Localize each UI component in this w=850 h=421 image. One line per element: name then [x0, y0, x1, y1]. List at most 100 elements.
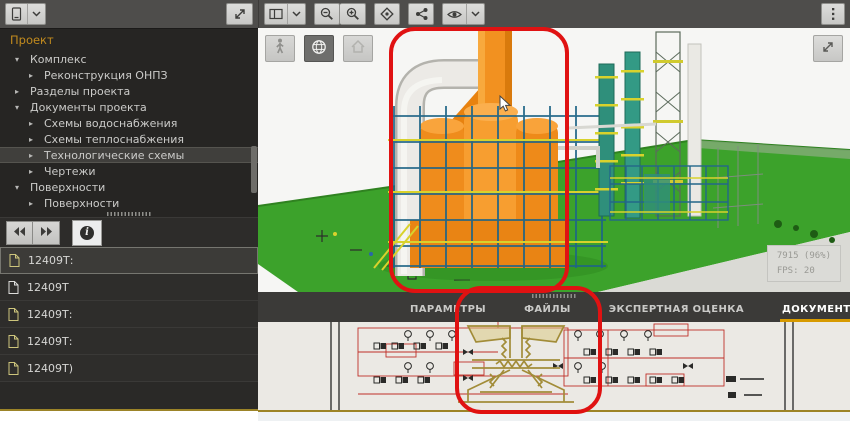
- focus-selection-button[interactable]: [374, 3, 400, 25]
- tab[interactable]: ЭКСПЕРТНАЯ ОЦЕНКА: [607, 304, 746, 322]
- tree-item[interactable]: ▸ Поверхности: [0, 195, 258, 210]
- triangle-count: 7915 (96%): [777, 249, 831, 263]
- page-background: [258, 412, 850, 421]
- tree-item-label: Технологические схемы: [36, 149, 184, 162]
- tree-arrow-icon: ▸: [26, 167, 36, 176]
- sidebar: Проект ▾ Комплекс ▸ Реконструкция ОНПЗ ▸…: [0, 0, 258, 421]
- more-options-button[interactable]: [821, 3, 845, 25]
- tree-item[interactable]: ▾ Поверхности: [0, 179, 258, 195]
- double-chevron-left-icon: [13, 225, 27, 240]
- tree-arrow-icon: ▸: [26, 119, 36, 128]
- home-icon: [350, 39, 366, 58]
- sidebar-expand-button[interactable]: [226, 3, 253, 25]
- schematic-viewer[interactable]: [258, 322, 850, 410]
- scrollbar-thumb[interactable]: [251, 146, 257, 193]
- render-stats-box: 7915 (96%) FPS: 20: [767, 245, 841, 282]
- file-icon: [8, 335, 19, 348]
- viewport-expand-button[interactable]: [813, 35, 843, 62]
- layout-mode-button[interactable]: [264, 3, 306, 25]
- document-list: 12409Т: 12409Т 12409Т: 12409Т:: [0, 247, 258, 382]
- tree-item-label: Разделы проекта: [22, 85, 130, 98]
- tree-item-label: Реконструкция ОНПЗ: [36, 69, 168, 82]
- info-icon: i: [80, 226, 94, 240]
- tree-arrow-icon: ▸: [26, 199, 36, 208]
- project-tree-panel: Проект ▾ Комплекс ▸ Реконструкция ОНПЗ ▸…: [0, 28, 258, 210]
- prev-document-button[interactable]: [6, 221, 33, 245]
- document-list-item[interactable]: 12409Т: [0, 274, 258, 301]
- zoom-out-button[interactable]: [314, 3, 340, 25]
- document-list-item[interactable]: 12409Т:: [0, 247, 258, 274]
- tree-item[interactable]: ▸ Схемы водоснабжения: [0, 115, 258, 131]
- sidebar-splitter[interactable]: [0, 210, 258, 217]
- tree-item[interactable]: ▸ Схемы теплоснабжения: [0, 131, 258, 147]
- info-button[interactable]: i: [72, 220, 102, 246]
- 3d-viewport[interactable]: 7915 (96%) FPS: 20: [258, 28, 850, 292]
- document-label: 12409Т): [27, 362, 73, 375]
- expand-diagonal-icon: [821, 39, 835, 58]
- sheet-selector-button[interactable]: [5, 3, 46, 25]
- document-nav-toolbar: i: [0, 217, 258, 247]
- viewport-mode-buttons: [265, 35, 373, 62]
- 3d-scene: [258, 28, 850, 292]
- share-button[interactable]: [408, 3, 434, 25]
- document-list-item[interactable]: 12409Т): [0, 355, 258, 382]
- document-list-item[interactable]: 12409Т:: [0, 328, 258, 355]
- crosshair-icon: [380, 7, 394, 21]
- visibility-menu-button[interactable]: [442, 3, 485, 25]
- fps-counter: FPS: 20: [777, 264, 831, 278]
- tree-item[interactable]: ▸ Технологические схемы: [0, 147, 258, 163]
- main-content: 7915 (96%) FPS: 20 ПАРАМЕТРЫ ФАЙЛЫ ЭКСПЕ…: [258, 0, 850, 421]
- project-tree: ▾ Комплекс ▸ Реконструкция ОНПЗ ▸ Раздел…: [0, 51, 258, 210]
- tree-item-label: Комплекс: [22, 53, 87, 66]
- tree-item[interactable]: ▸ Разделы проекта: [0, 83, 258, 99]
- file-icon: [8, 362, 19, 375]
- tree-arrow-icon: ▾: [12, 183, 22, 192]
- document-sheet-icon: [6, 4, 27, 24]
- double-chevron-right-icon: [39, 225, 53, 240]
- tree-arrow-icon: ▸: [26, 151, 36, 160]
- share-icon: [415, 7, 428, 21]
- tree-item[interactable]: ▸ Чертежи: [0, 163, 258, 179]
- tree-arrow-icon: ▸: [12, 87, 22, 96]
- document-list-item[interactable]: 12409Т:: [0, 301, 258, 328]
- panel-splitter[interactable]: [532, 294, 576, 298]
- eye-icon: [443, 4, 466, 24]
- app-window: Проект ▾ Комплекс ▸ Реконструкция ОНПЗ ▸…: [0, 0, 850, 421]
- viewer-toolbar: [258, 0, 850, 28]
- tree-arrow-icon: ▸: [26, 71, 36, 80]
- zoom-in-button[interactable]: [340, 3, 366, 25]
- tab-label: ДОКУМЕНТ: [782, 304, 850, 315]
- kebab-menu-icon: [831, 7, 835, 21]
- sidebar-toolbar: [0, 0, 258, 28]
- tree-item[interactable]: ▾ Документы проекта: [0, 99, 258, 115]
- tree-scrollbar[interactable]: [251, 49, 257, 206]
- tab[interactable]: ФАЙЛЫ: [522, 304, 573, 322]
- splitter-grip-icon: [107, 212, 151, 216]
- tree-item-label: Схемы теплоснабжения: [36, 133, 184, 146]
- tree-item-label: Поверхности: [36, 197, 119, 210]
- document-label: 12409Т:: [27, 308, 72, 321]
- split-view-icon: [265, 4, 287, 24]
- tab[interactable]: ПАРАМЕТРЫ: [408, 304, 488, 322]
- tab[interactable]: ДОКУМЕНТ: [780, 304, 850, 322]
- tree-item-label: Поверхности: [22, 181, 105, 194]
- home-view-button[interactable]: [343, 35, 373, 62]
- tree-item-label: Документы проекта: [22, 101, 147, 114]
- sidebar-filler: [0, 382, 258, 409]
- tree-arrow-icon: ▸: [26, 135, 36, 144]
- next-document-button[interactable]: [33, 221, 60, 245]
- tree-item[interactable]: ▾ Комплекс: [0, 51, 258, 67]
- file-icon: [9, 254, 20, 267]
- tree-arrow-icon: ▾: [12, 55, 22, 64]
- tabs: ПАРАМЕТРЫ ФАЙЛЫ ЭКСПЕРТНАЯ ОЦЕНКА ДОКУМЕ…: [408, 304, 850, 322]
- orbit-mode-button[interactable]: [304, 35, 334, 62]
- tree-item-label: Схемы водоснабжения: [36, 117, 177, 130]
- tree-item[interactable]: ▸ Реконструкция ОНПЗ: [0, 67, 258, 83]
- zoom-out-icon: [320, 7, 334, 21]
- tree-item-label: Чертежи: [36, 165, 96, 178]
- expand-diagonal-icon: [233, 7, 247, 21]
- pid-schematic: [258, 322, 850, 410]
- person-walk-icon: [273, 38, 287, 59]
- walk-mode-button[interactable]: [265, 35, 295, 62]
- project-tree-header: Проект: [0, 29, 258, 51]
